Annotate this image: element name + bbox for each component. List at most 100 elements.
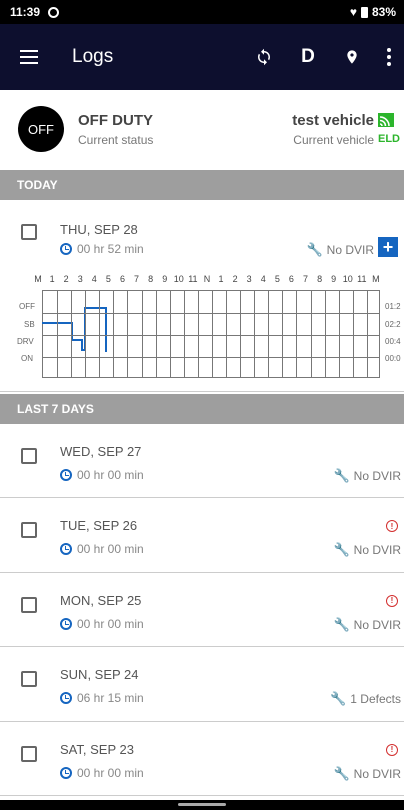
day-log-row[interactable]: SUN, SEP 24 06 hr 15 min 🔧 1 Defects	[0, 647, 404, 722]
day-date: SUN, SEP 24	[60, 667, 139, 683]
graph-hour-line	[197, 291, 199, 377]
graph-hour-line	[113, 291, 115, 377]
graph-label-off: OFF	[19, 302, 35, 311]
graph-hour-line	[226, 291, 228, 377]
status-bar: 11:39 ♥ 83%	[0, 0, 404, 24]
hour-label: 5	[105, 274, 111, 284]
wrench-icon: 🔧	[333, 542, 350, 558]
day-duration-text: 00 hr 00 min	[77, 765, 144, 780]
day-dvir-text: No DVIR	[353, 469, 401, 483]
vehicle-caption: Current vehicle	[293, 132, 374, 147]
hour-label: 4	[260, 274, 266, 284]
day-duration: 00 hr 00 min	[60, 617, 144, 631]
day-log-row[interactable]: SAT, SEP 23 00 hr 00 min! 🔧 No DVIR	[0, 722, 404, 796]
hour-label: 3	[246, 274, 252, 284]
graph-hour-line	[254, 291, 256, 377]
hour-label: 2	[232, 274, 238, 284]
graph-hour-line	[99, 291, 101, 377]
today-duration-text: 00 hr 52 min	[77, 242, 144, 256]
today-checkbox[interactable]	[21, 224, 37, 240]
day-duration: 00 hr 00 min	[60, 766, 144, 780]
graph-hour-line	[155, 291, 157, 377]
wrench-icon: 🔧	[330, 691, 347, 707]
hour-label: M	[372, 274, 380, 284]
graph-hour-line	[268, 291, 270, 377]
today-duration: 00 hr 52 min	[60, 242, 144, 256]
day-date: SAT, SEP 23	[60, 741, 134, 757]
day-checkbox[interactable]	[21, 448, 37, 464]
vehicle-name: test vehicle	[292, 111, 374, 129]
graph-hour-line	[296, 291, 298, 377]
clock-icon	[60, 617, 72, 630]
graph-hour-line	[127, 291, 129, 377]
wrench-icon: 🔧	[306, 242, 323, 257]
violation-icon[interactable]: !	[386, 743, 398, 756]
graph-hour-line	[71, 291, 73, 377]
day-dvir[interactable]: 🔧 No DVIR	[333, 617, 401, 633]
hour-label: 6	[288, 274, 294, 284]
graph-hour-line	[338, 291, 340, 377]
driver-button[interactable]: D	[286, 35, 330, 79]
day-dvir[interactable]: 🔧 No DVIR	[333, 468, 401, 484]
graph-hour-line	[85, 291, 87, 377]
menu-icon[interactable]	[20, 41, 52, 73]
section-today: TODAY	[0, 170, 404, 200]
wrench-icon: 🔧	[333, 616, 350, 632]
battery-icon	[360, 6, 368, 18]
day-checkbox[interactable]	[21, 745, 37, 762]
violation-icon[interactable]: !	[386, 520, 398, 533]
section-last7: LAST 7 DAYS	[0, 394, 404, 424]
graph-hour-line	[211, 291, 213, 377]
current-status-panel: OFF OFF DUTY Current status test vehicle…	[0, 92, 404, 166]
day-log-row[interactable]: MON, SEP 25 00 hr 00 min! 🔧 No DVIR	[0, 573, 404, 648]
day-checkbox[interactable]	[21, 671, 37, 688]
hour-label: M	[34, 274, 42, 284]
add-dvir-button[interactable]: +	[378, 237, 398, 257]
sync-icon[interactable]	[242, 35, 286, 79]
clock-icon	[60, 243, 72, 255]
violation-icon[interactable]: !	[386, 594, 398, 607]
app-bar: Logs D	[0, 24, 404, 90]
day-log-row[interactable]: WED, SEP 27 00 hr 00 min 🔧 No DVIR	[0, 424, 404, 499]
eld-connection[interactable]: ELD	[378, 113, 404, 145]
hour-label: 6	[119, 274, 125, 284]
graph-label-on: ON	[21, 354, 33, 363]
eld-signal-icon	[378, 113, 394, 127]
hour-label: 10	[173, 274, 184, 284]
duty-status-graph	[42, 290, 380, 378]
clock-icon	[60, 766, 72, 779]
status-time: 11:39	[10, 5, 41, 19]
hour-label: 9	[162, 274, 168, 284]
day-dvir-text: No DVIR	[353, 543, 401, 558]
more-menu-icon[interactable]	[374, 35, 404, 79]
duty-status-badge[interactable]: OFF	[18, 106, 64, 152]
day-dvir[interactable]: 🔧 No DVIR	[333, 766, 401, 782]
day-checkbox[interactable]	[21, 596, 37, 613]
day-dvir[interactable]: 🔧 No DVIR	[333, 542, 401, 558]
day-duration-text: 00 hr 00 min	[77, 616, 144, 631]
wrench-icon: 🔧	[333, 765, 350, 781]
clock-icon	[60, 543, 72, 556]
graph-hour-line	[183, 291, 185, 377]
day-date: MON, SEP 25	[60, 592, 142, 608]
graph-hour-line	[366, 291, 368, 377]
hour-label: N	[203, 274, 211, 284]
day-dvir[interactable]: 🔧 1 Defects	[330, 691, 401, 707]
wifi-icon: ♥	[349, 5, 357, 19]
hour-label: 8	[317, 274, 323, 284]
vehicle-info[interactable]: test vehicle Current vehicle	[292, 112, 374, 147]
hour-label: 5	[274, 274, 280, 284]
location-icon[interactable]	[330, 35, 374, 79]
day-date: TUE, SEP 26	[60, 518, 138, 534]
day-duration-text: 00 hr 00 min	[77, 542, 144, 557]
today-dvir[interactable]: 🔧 No DVIR	[306, 242, 374, 258]
day-log-row[interactable]: TUE, SEP 26 00 hr 00 min! 🔧 No DVIR	[0, 498, 404, 573]
graph-label-sb: SB	[24, 320, 35, 329]
hour-label: 3	[77, 274, 83, 284]
graph-hour-line	[324, 291, 326, 377]
hour-label: 7	[303, 274, 309, 284]
day-duration-text: 06 hr 15 min	[77, 691, 144, 706]
day-checkbox[interactable]	[21, 522, 37, 539]
graph-hour-line	[169, 291, 171, 377]
graph-hour-line	[141, 291, 143, 377]
